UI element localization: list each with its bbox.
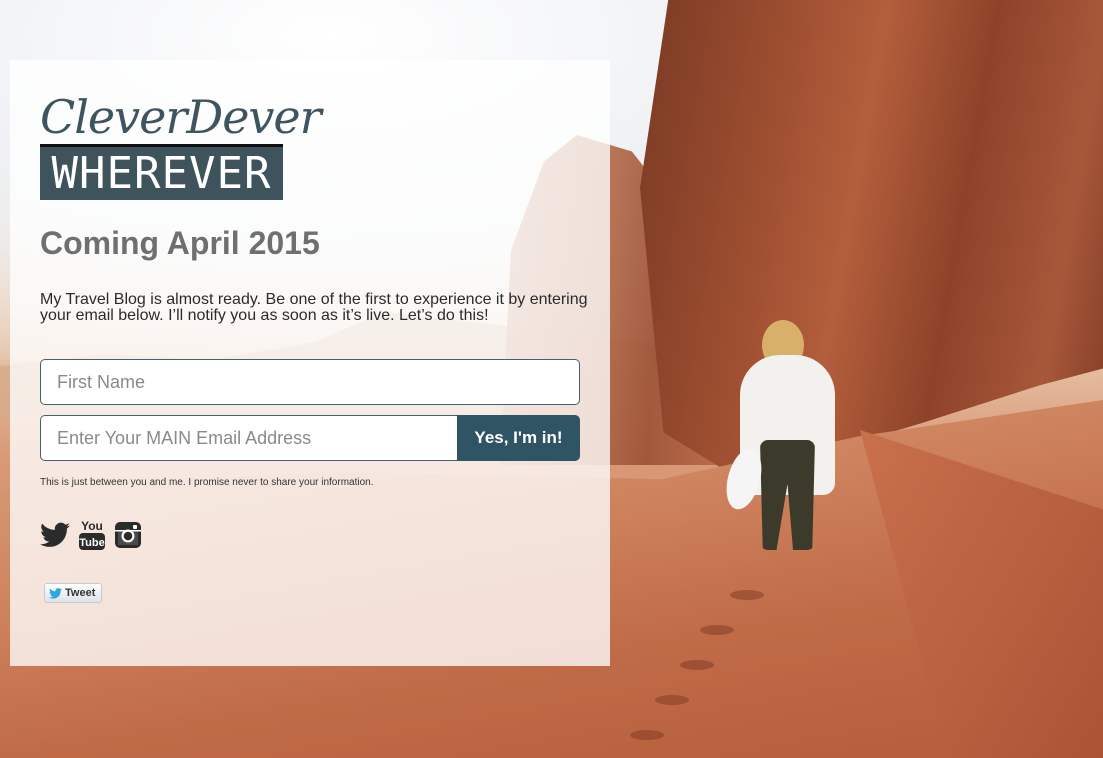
twitter-icon[interactable] bbox=[40, 522, 70, 552]
tweet-button[interactable]: Tweet bbox=[44, 583, 103, 603]
youtube-icon-text-bottom: Tube bbox=[79, 537, 104, 549]
intro-text: My Travel Blog is almost ready. Be one o… bbox=[40, 291, 588, 324]
tweet-label: Tweet bbox=[65, 587, 96, 599]
social-links: You Tube bbox=[40, 518, 142, 556]
privacy-note: This is just between you and me. I promi… bbox=[40, 477, 374, 488]
email-field[interactable] bbox=[40, 415, 460, 461]
instagram-icon[interactable] bbox=[114, 521, 142, 553]
site-logo[interactable]: CleverDever WHEREVER bbox=[40, 90, 322, 200]
logo-script-text: CleverDever bbox=[40, 90, 322, 144]
youtube-icon-text-top: You bbox=[81, 519, 103, 533]
logo-banner-text: WHEREVER bbox=[40, 144, 283, 200]
youtube-icon[interactable]: You Tube bbox=[78, 518, 106, 556]
page-title: Coming April 2015 bbox=[40, 225, 320, 261]
bird-icon bbox=[49, 587, 62, 599]
submit-button[interactable]: Yes, I'm in! bbox=[457, 415, 580, 461]
first-name-field[interactable] bbox=[40, 359, 580, 405]
canyon-cliff bbox=[640, 0, 1103, 470]
